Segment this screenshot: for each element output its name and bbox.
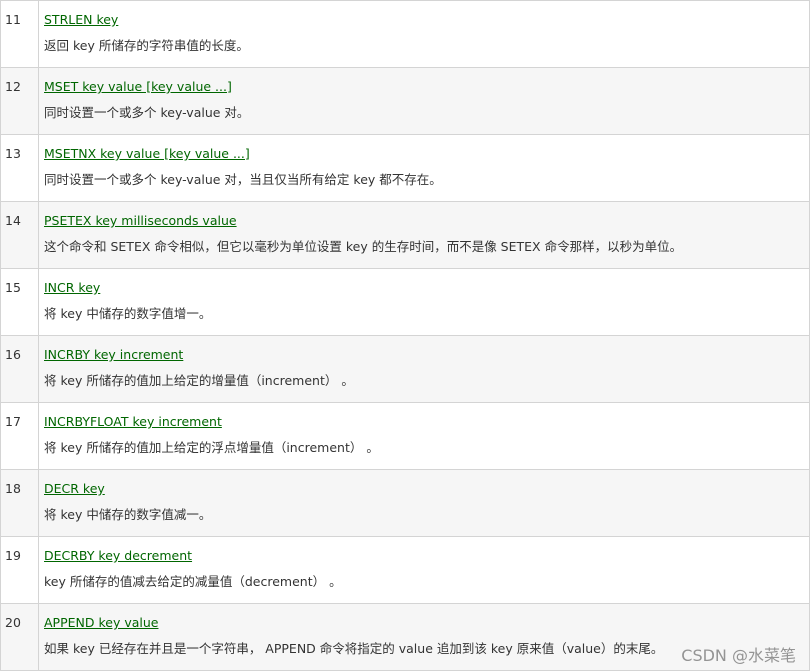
row-body: PSETEX key milliseconds value 这个命令和 SETE… — [38, 201, 810, 269]
row-body: MSET key value [key value ...] 同时设置一个或多个… — [38, 67, 810, 135]
command-link[interactable]: INCRBYFLOAT key increment — [44, 414, 222, 430]
command-link[interactable]: PSETEX key milliseconds value — [44, 213, 237, 229]
row-body: INCRBY key increment 将 key 所储存的值加上给定的增量值… — [38, 335, 810, 403]
table-row: 12 MSET key value [key value ...] 同时设置一个… — [0, 67, 810, 135]
command-description: 将 key 所储存的值加上给定的增量值（increment） 。 — [44, 373, 354, 388]
table-row: 16 INCRBY key increment 将 key 所储存的值加上给定的… — [0, 335, 810, 403]
csdn-watermark: CSDN @水菜笔 — [681, 646, 796, 665]
command-description: 同时设置一个或多个 key-value 对，当且仅当所有给定 key 都不存在。 — [44, 172, 442, 187]
command-description: 同时设置一个或多个 key-value 对。 — [44, 105, 250, 120]
table-row: 13 MSETNX key value [key value ...] 同时设置… — [0, 134, 810, 202]
row-body: INCRBYFLOAT key increment 将 key 所储存的值加上给… — [38, 402, 810, 470]
command-link[interactable]: MSET key value [key value ...] — [44, 79, 232, 95]
row-number: 20 — [0, 603, 39, 671]
command-description: 将 key 中储存的数字值减一。 — [44, 507, 212, 522]
command-link[interactable]: STRLEN key — [44, 12, 118, 28]
row-body: INCR key 将 key 中储存的数字值增一。 — [38, 268, 810, 336]
table-row: 15 INCR key 将 key 中储存的数字值增一。 — [0, 268, 810, 336]
row-number: 11 — [0, 0, 39, 68]
command-description: 返回 key 所储存的字符串值的长度。 — [44, 38, 249, 53]
row-number: 14 — [0, 201, 39, 269]
table-row: 18 DECR key 将 key 中储存的数字值减一。 — [0, 469, 810, 537]
table-row: 14 PSETEX key milliseconds value 这个命令和 S… — [0, 201, 810, 269]
row-number: 19 — [0, 536, 39, 604]
row-body: DECR key 将 key 中储存的数字值减一。 — [38, 469, 810, 537]
command-description: key 所储存的值减去给定的减量值（decrement） 。 — [44, 574, 342, 589]
command-description: 这个命令和 SETEX 命令相似，但它以毫秒为单位设置 key 的生存时间，而不… — [44, 239, 683, 254]
table-row: 19 DECRBY key decrement key 所储存的值减去给定的减量… — [0, 536, 810, 604]
command-link[interactable]: APPEND key value — [44, 615, 158, 631]
command-description: 将 key 所储存的值加上给定的浮点增量值（increment） 。 — [44, 440, 379, 455]
row-number: 13 — [0, 134, 39, 202]
command-link[interactable]: MSETNX key value [key value ...] — [44, 146, 250, 162]
row-body: STRLEN key 返回 key 所储存的字符串值的长度。 — [38, 0, 810, 68]
row-number: 17 — [0, 402, 39, 470]
command-link[interactable]: INCR key — [44, 280, 100, 296]
table-row: 11 STRLEN key 返回 key 所储存的字符串值的长度。 — [0, 0, 810, 68]
row-body: DECRBY key decrement key 所储存的值减去给定的减量值（d… — [38, 536, 810, 604]
table-row: 17 INCRBYFLOAT key increment 将 key 所储存的值… — [0, 402, 810, 470]
command-link[interactable]: INCRBY key increment — [44, 347, 183, 363]
command-link[interactable]: DECR key — [44, 481, 105, 497]
command-table: 11 STRLEN key 返回 key 所储存的字符串值的长度。 12 MSE… — [0, 0, 810, 671]
row-number: 18 — [0, 469, 39, 537]
command-link[interactable]: DECRBY key decrement — [44, 548, 192, 564]
row-number: 15 — [0, 268, 39, 336]
row-number: 12 — [0, 67, 39, 135]
row-number: 16 — [0, 335, 39, 403]
command-description: 将 key 中储存的数字值增一。 — [44, 306, 212, 321]
row-body: MSETNX key value [key value ...] 同时设置一个或… — [38, 134, 810, 202]
